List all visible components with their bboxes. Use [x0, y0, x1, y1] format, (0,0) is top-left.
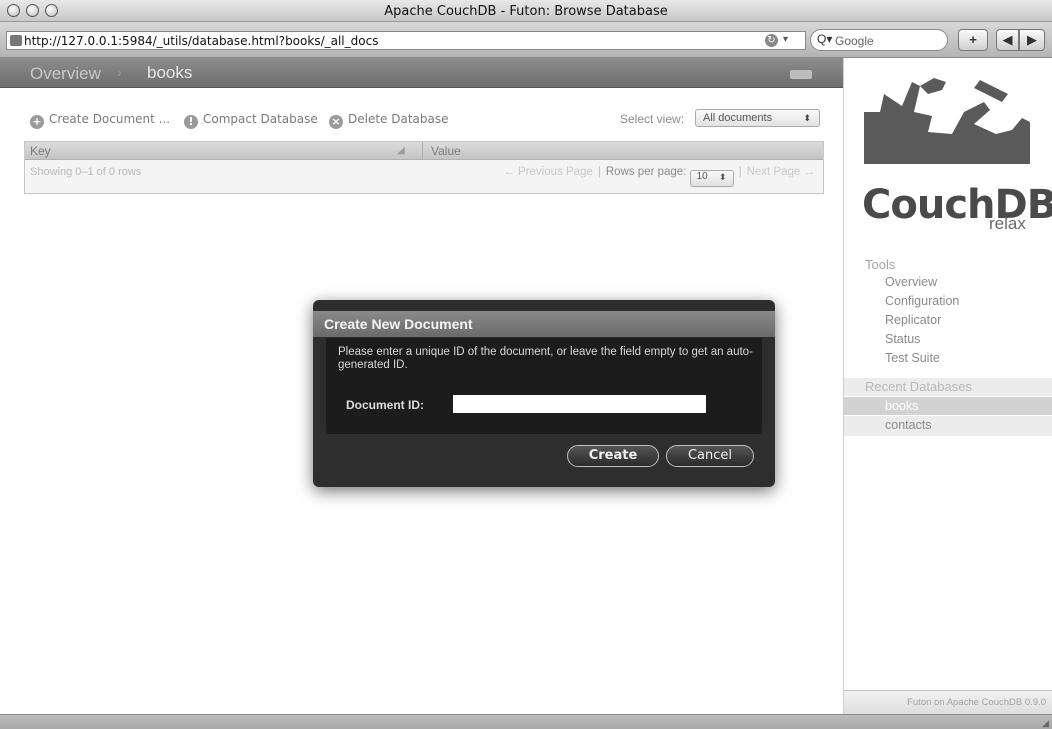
breadcrumb-overview-link[interactable]: Overview: [30, 64, 101, 84]
compact-database-label: Compact Database: [203, 112, 318, 126]
main-content: Overview › books + Create Document ... ! C…: [0, 58, 843, 714]
rows-per-page-select[interactable]: 10 ⬍: [689, 170, 734, 187]
sidebar-item-contacts[interactable]: contacts: [844, 416, 1052, 436]
document-id-input[interactable]: [453, 395, 706, 413]
view-select-value: All documents: [703, 112, 773, 124]
tools-heading: Tools: [865, 257, 896, 272]
browser-toolbar: http://127.0.0.1:5984/_utils/database.ht…: [0, 22, 1052, 58]
recent-database-label: books: [885, 399, 919, 413]
search-placeholder: Google: [835, 34, 874, 48]
table-footer: Showing 0–1 of 0 rows ← Previous Page | Ro…: [25, 160, 823, 193]
dialog-title: Create New Document: [324, 316, 473, 332]
table-header: Key ◢ Value: [25, 142, 823, 160]
pager-separator: |: [738, 166, 742, 178]
delete-database-label: Delete Database: [348, 112, 449, 126]
documents-table: Key ◢ Value Showing 0–1 of 0 rows ← Prev…: [24, 141, 824, 194]
add-bookmark-button[interactable]: +: [958, 29, 988, 51]
sidebar-item-test-suite[interactable]: Test Suite: [885, 351, 940, 365]
back-button[interactable]: ◀: [996, 29, 1019, 51]
recent-database-label: contacts: [885, 418, 932, 432]
recent-databases-label: Recent Databases: [865, 379, 972, 394]
breadcrumb-current: books: [147, 63, 193, 82]
logo-tagline: relax: [989, 214, 1026, 233]
column-value-header: Value: [431, 144, 461, 158]
select-arrows-icon: ⬍: [803, 113, 811, 123]
breadcrumb-separator: ›: [117, 64, 122, 80]
dialog-message: Please enter a unique ID of the document…: [338, 346, 753, 371]
breadcrumb: Overview › books: [0, 58, 843, 88]
document-id-label: Document ID:: [346, 398, 424, 412]
dialog-title-bar: Create New Document: [313, 311, 775, 337]
sidebar-item-books[interactable]: books: [844, 397, 1052, 415]
dialog-body: Please enter a unique ID of the document…: [326, 338, 762, 434]
plus-circle-icon: +: [30, 115, 44, 129]
sidebar-footer: Futon on Apache CouchDB 0.9.0: [844, 690, 1052, 714]
pagination: ← Previous Page | Rows per page: 10 ⬍ | Next …: [503, 166, 815, 187]
pager-separator: |: [597, 166, 601, 178]
row-count-status: Showing 0–1 of 0 rows: [30, 166, 142, 178]
select-view-label: Select view:: [620, 112, 685, 126]
version-text: Futon on Apache CouchDB 0.9.0: [907, 697, 1046, 708]
compact-circle-icon: !: [184, 115, 198, 129]
resize-grip-icon[interactable]: ◢: [1042, 718, 1049, 729]
x-circle-icon: ×: [329, 115, 343, 129]
previous-page-link[interactable]: ← Previous Page: [503, 166, 593, 178]
sidebar-toggle-icon[interactable]: [790, 70, 812, 79]
reload-icon[interactable]: ↻: [765, 34, 778, 47]
select-arrows-icon: ⬍: [719, 172, 727, 182]
search-field[interactable]: Q▾ Google: [810, 29, 948, 51]
create-document-label: Create Document ...: [49, 112, 171, 126]
column-key-header[interactable]: Key: [30, 144, 51, 158]
recent-databases-heading: Recent Databases: [844, 378, 1052, 396]
sidebar: CouchDB relax Tools Overview Configurati…: [843, 58, 1052, 714]
create-button[interactable]: Create: [567, 445, 659, 467]
delete-database-button[interactable]: × Delete Database: [329, 112, 449, 129]
search-icon[interactable]: Q▾: [817, 32, 832, 46]
address-text[interactable]: http://127.0.0.1:5984/_utils/database.ht…: [24, 34, 378, 48]
sort-icon[interactable]: ◢: [397, 145, 405, 156]
create-document-button[interactable]: + Create Document ...: [30, 112, 170, 129]
address-bar[interactable]: http://127.0.0.1:5984/_utils/database.ht…: [6, 31, 806, 50]
sidebar-item-configuration[interactable]: Configuration: [885, 294, 959, 308]
create-document-dialog: Create New Document Please enter a uniqu…: [313, 300, 775, 487]
sidebar-item-status[interactable]: Status: [885, 332, 920, 346]
status-bar: ◢: [0, 714, 1052, 729]
site-icon: [10, 35, 22, 46]
forward-button[interactable]: ▶: [1019, 29, 1045, 51]
window-title: Apache CouchDB - Futon: Browse Database: [384, 4, 668, 19]
compact-database-button[interactable]: ! Compact Database: [184, 112, 318, 129]
couchdb-logo-icon: [862, 72, 1032, 164]
sidebar-item-overview[interactable]: Overview: [885, 275, 937, 289]
view-select[interactable]: All documents ⬍: [695, 109, 820, 127]
rows-per-page-value: 10: [696, 171, 708, 182]
rows-per-page-label: Rows per page:: [605, 166, 687, 178]
column-divider: [422, 142, 423, 160]
cancel-button[interactable]: Cancel: [666, 445, 754, 467]
next-page-link[interactable]: Next Page →: [747, 166, 815, 178]
window-title-bar: Apache CouchDB - Futon: Browse Database: [0, 0, 1052, 22]
dropdown-arrow-icon[interactable]: ▾: [783, 34, 788, 45]
sidebar-item-replicator[interactable]: Replicator: [885, 313, 941, 327]
